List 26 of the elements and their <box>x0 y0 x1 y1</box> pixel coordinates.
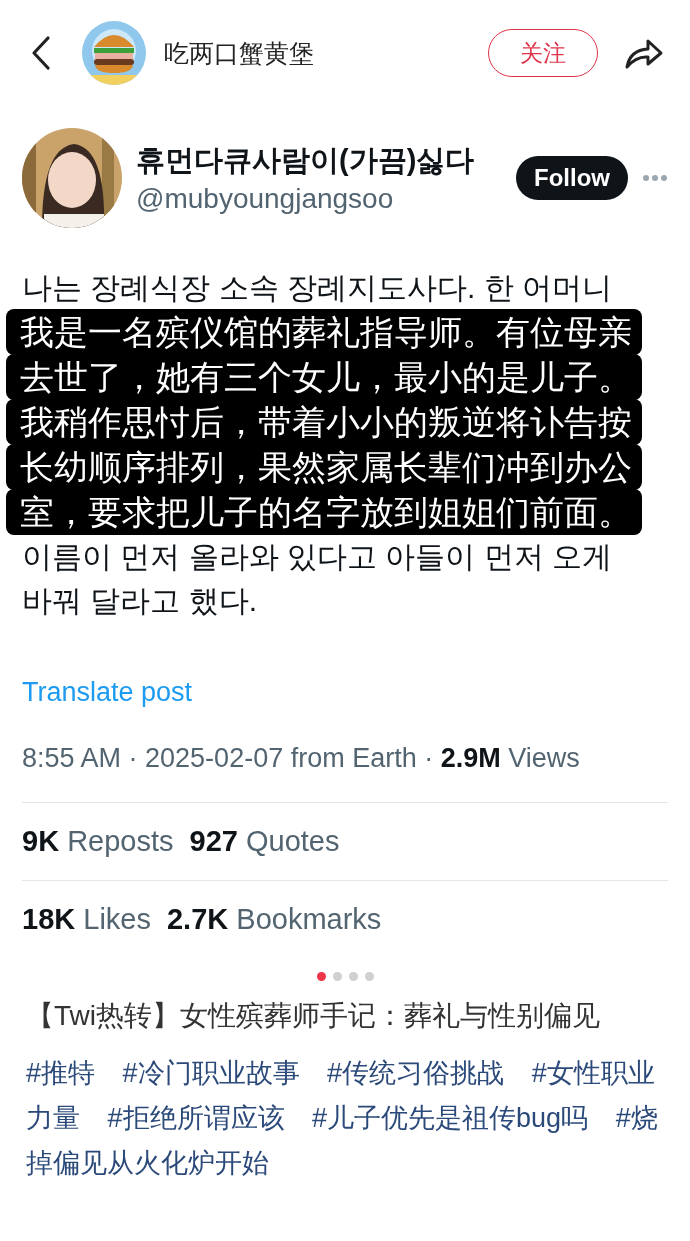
page-dot[interactable] <box>348 972 358 981</box>
translation-caption: 室，要求把儿子的名字放到姐姐们前面。 <box>6 489 642 535</box>
post-text-line: 이름이 먼저 올라와 있다고 아들이 먼저 오게 <box>22 539 613 575</box>
hashtag-list[interactable]: #推特 #冷门职业故事 #传统习俗挑战 #女性职业力量 #拒绝所谓应该 #儿子优先是祖传bug吗 #烧掉偏见从火化炉开始 <box>26 1051 662 1186</box>
follow-button[interactable]: 关注 <box>488 29 598 77</box>
translation-caption: 我是一名殡仪馆的葬礼指导师。有位母亲 <box>6 309 642 355</box>
display-name: 휴먼다큐사람이(가끔)싫다 <box>136 143 476 178</box>
translation-caption: 去世了，她有三个女儿，最小的是儿子。 <box>6 354 642 400</box>
post-text-line: 나는 장례식장 소속 장례지도사다. 한 어머니 <box>22 270 613 306</box>
page-dot[interactable] <box>332 972 342 981</box>
back-icon[interactable] <box>30 35 52 71</box>
stat-text: 927 Quotes <box>189 825 340 858</box>
stat-text: 2.7K Bookmarks <box>166 903 382 936</box>
stat-text: 18K Likes <box>22 903 151 936</box>
more-icon[interactable] <box>642 174 668 182</box>
post-meta: 8:55 AM · 2025-02-07 from Earth · 2.9M Views <box>22 742 581 775</box>
post-text-line: 바꿔 달라고 했다. <box>22 583 258 619</box>
stat-text: 9K Reposts <box>22 825 174 858</box>
page-dot[interactable] <box>316 972 326 981</box>
follow-button[interactable]: Follow <box>516 156 628 200</box>
author-name: 吃两口蟹黄堡 <box>164 37 315 69</box>
note-title: 【Twi热转】女性殡葬师手记：葬礼与性别偏见 <box>26 999 601 1033</box>
translation-caption: 我稍作思忖后，带着小小的叛逆将讣告按 <box>6 399 642 445</box>
user-handle: @mubyoungjangsoo <box>136 183 395 215</box>
page-dot[interactable] <box>364 972 374 981</box>
translation-caption: 长幼顺序排列，果然家属长辈们冲到办公 <box>6 444 642 490</box>
